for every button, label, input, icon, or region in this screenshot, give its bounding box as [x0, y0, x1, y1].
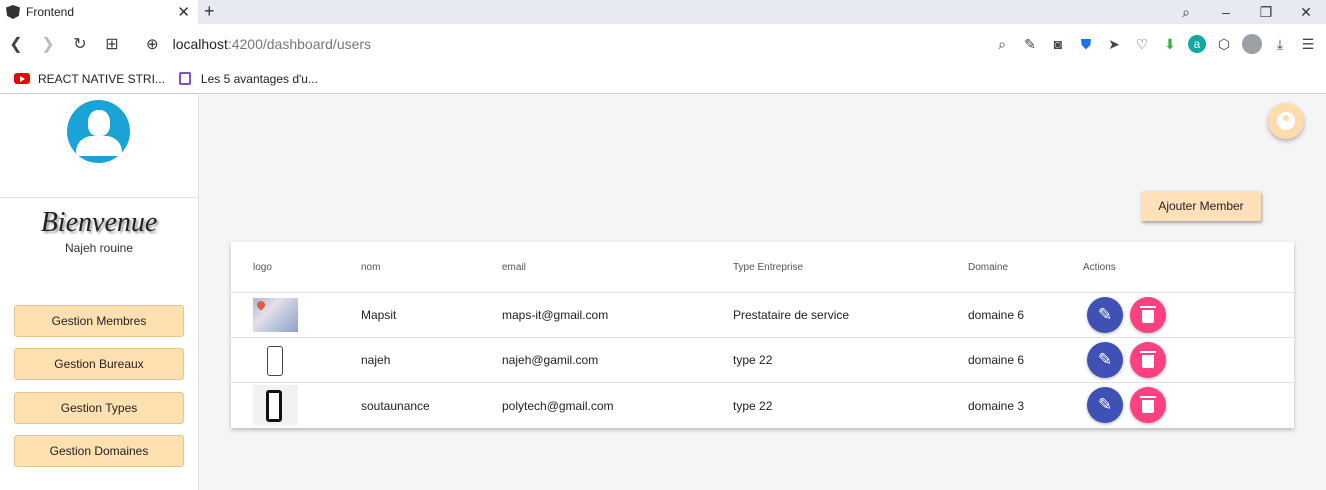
bookmark-label: REACT NATIVE STRI... — [38, 71, 165, 86]
url-path: :4200/dashboard/users — [227, 36, 372, 52]
cell-email: polytech@gmail.com — [502, 399, 614, 413]
cell-email: maps-it@gmail.com — [502, 308, 609, 322]
forward-icon[interactable]: ❯ — [32, 34, 64, 54]
extension-a-icon[interactable]: a — [1188, 35, 1206, 53]
restore-icon[interactable]: ❐ — [1246, 4, 1286, 21]
edit-button[interactable]: ✎ — [1087, 342, 1123, 378]
phone-outline-logo-icon — [253, 343, 298, 377]
new-tab-icon[interactable]: + — [204, 0, 215, 22]
browser-tab-bar: Frontend ✕ + ⌕ – ❐ ✕ — [0, 0, 1326, 24]
address-bar: ❮ ❯ ↻ ⊞ ⊕ localhost:4200/dashboard/users… — [0, 24, 1326, 64]
profile-icon[interactable] — [1242, 34, 1262, 54]
table-row: najeh najeh@gamil.com type 22 domaine 6 … — [231, 338, 1294, 383]
bookmark-item[interactable]: REACT NATIVE STRI... — [14, 72, 165, 86]
header-actions: Actions — [1083, 262, 1116, 273]
search-tabs-icon[interactable]: ⌕ — [1166, 4, 1206, 21]
youtube-icon — [14, 73, 30, 84]
angular-icon — [6, 5, 20, 19]
cell-domaine: domaine 3 — [968, 399, 1025, 413]
delete-button[interactable] — [1130, 387, 1166, 423]
pencil-icon: ✎ — [1097, 395, 1113, 414]
tabs-icon[interactable]: ⊞ — [96, 34, 128, 54]
table-row: soutaunance polytech@gmail.com type 22 d… — [231, 383, 1294, 428]
gestion-domaines-button[interactable]: Gestion Domaines — [14, 435, 184, 467]
gestion-bureaux-button[interactable]: Gestion Bureaux — [14, 348, 184, 380]
header-email: email — [502, 262, 526, 273]
shield-icon[interactable]: ⛊ — [1076, 36, 1096, 53]
browser-tab[interactable]: Frontend ✕ — [0, 0, 198, 24]
members-table: logo nom email Type Entreprise Domaine A… — [231, 242, 1294, 428]
cube-icon[interactable]: ⬡ — [1214, 36, 1234, 53]
add-member-button[interactable]: Ajouter Member — [1141, 191, 1261, 221]
pencil-icon: ✎ — [1097, 305, 1113, 324]
close-window-icon[interactable]: ✕ — [1286, 4, 1326, 21]
bookmarks-bar: REACT NATIVE STRI... Les 5 avantages d'u… — [0, 64, 1326, 94]
phone-solid-logo-icon — [253, 385, 298, 425]
edit-button[interactable]: ✎ — [1087, 387, 1123, 423]
header-logo: logo — [253, 262, 272, 273]
welcome-title: Bienvenue — [40, 207, 158, 238]
header-domaine: Domaine — [968, 262, 1009, 273]
user-name: Najeh rouine — [64, 241, 134, 255]
gestion-membres-button[interactable]: Gestion Membres — [14, 305, 184, 337]
back-icon[interactable]: ❮ — [0, 34, 32, 54]
cell-type: Prestataire de service — [733, 308, 850, 322]
reload-icon[interactable]: ↻ — [64, 34, 96, 54]
delete-button[interactable] — [1130, 297, 1166, 333]
map-logo-icon — [253, 298, 298, 332]
app-content: Bienvenue Najeh rouine Gestion Membres G… — [0, 95, 1326, 490]
twitch-icon — [178, 72, 191, 85]
cell-domaine: domaine 6 — [968, 353, 1025, 367]
heart-icon[interactable]: ♡ — [1132, 36, 1152, 53]
cell-domaine: domaine 6 — [968, 308, 1025, 322]
trash-icon — [1140, 396, 1156, 413]
cell-nom: soutaunance — [361, 399, 430, 413]
globe-icon: ⊕ — [146, 36, 159, 53]
user-avatar-icon — [67, 100, 130, 163]
bookmark-item[interactable]: Les 5 avantages d'u... — [178, 71, 318, 86]
menu-icon[interactable]: ☰ — [1298, 36, 1318, 53]
pencil-icon: ✎ — [1097, 350, 1113, 369]
trash-icon — [1140, 306, 1156, 323]
header-nom: nom — [361, 262, 381, 273]
camera-icon[interactable]: ◙ — [1048, 36, 1068, 52]
delete-button[interactable] — [1130, 342, 1166, 378]
trash-icon — [1140, 351, 1156, 368]
bookmark-label: Les 5 avantages d'u... — [200, 71, 318, 86]
window-controls: ⌕ – ❐ ✕ — [1166, 0, 1326, 24]
edit-button[interactable]: ✎ — [1087, 297, 1123, 333]
table-row: Mapsit maps-it@gmail.com Prestataire de … — [231, 293, 1294, 338]
cell-type: type 22 — [733, 399, 773, 413]
divider — [0, 197, 198, 198]
account-button[interactable] — [1268, 103, 1304, 139]
tab-title: Frontend — [26, 5, 75, 19]
cell-type: type 22 — [733, 353, 773, 367]
download-extension-icon[interactable]: ⬇ — [1160, 36, 1180, 53]
cell-nom: najeh — [361, 353, 391, 367]
sidebar: Bienvenue Najeh rouine Gestion Membres G… — [0, 95, 199, 490]
table-header: logo nom email Type Entreprise Domaine A… — [231, 242, 1294, 293]
cell-nom: Mapsit — [361, 308, 397, 322]
cell-email: najeh@gamil.com — [502, 353, 599, 367]
url-field[interactable]: ⊕ localhost:4200/dashboard/users — [146, 35, 371, 53]
zoom-icon[interactable]: ⌕ — [992, 36, 1012, 53]
url-host: localhost — [172, 36, 228, 52]
send-icon[interactable]: ➤ — [1104, 36, 1124, 53]
account-icon — [1277, 112, 1295, 130]
gestion-types-button[interactable]: Gestion Types — [14, 392, 184, 424]
download-icon[interactable]: ⤓ — [1270, 36, 1290, 53]
minimize-icon[interactable]: – — [1206, 4, 1246, 20]
header-type: Type Entreprise — [733, 262, 804, 273]
extension-toolbar: ⌕ ✎ ◙ ⛊ ➤ ♡ ⬇ a ⬡ ⤓ ☰ — [992, 24, 1318, 64]
edit-icon[interactable]: ✎ — [1020, 36, 1040, 53]
close-icon[interactable]: ✕ — [177, 3, 190, 21]
